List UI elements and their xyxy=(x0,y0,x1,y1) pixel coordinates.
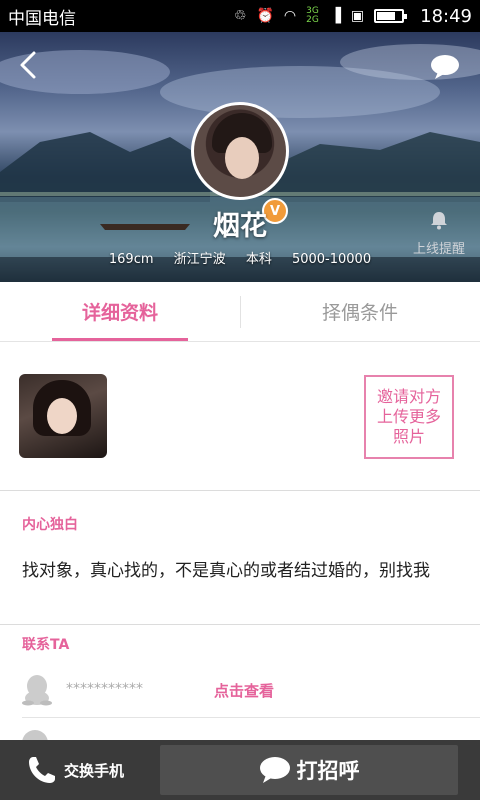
exchange-phone-label: 交换手机 xyxy=(64,761,125,780)
education-value: 本科 xyxy=(245,252,272,267)
tab-partner-criteria[interactable]: 择偶条件 xyxy=(240,282,480,341)
photo-thumbnail[interactable] xyxy=(19,374,107,458)
online-remind-button[interactable]: 上线提醒 xyxy=(410,210,468,257)
location-value: 浙江宁波 xyxy=(173,252,226,267)
height-value: 169cm xyxy=(108,252,154,267)
invite-upload-button[interactable]: 邀请对方上传更多照片 xyxy=(364,375,454,459)
status-icons: ♲ ⏰ ◠ 3G 2G ▐ ▣ 18:49 xyxy=(234,6,472,27)
vibrate-icon: ♲ xyxy=(233,8,247,24)
profile-tabs: 详细资料 择偶条件 xyxy=(0,282,480,342)
avatar[interactable] xyxy=(191,102,289,200)
wifi-icon: ◠ xyxy=(283,8,297,24)
profile-header: V 烟花 169cm 浙江宁波 本科 5000-10000 上线提醒 xyxy=(0,32,480,282)
sim-icon: ▣ xyxy=(350,8,365,24)
alarm-icon: ⏰ xyxy=(256,8,274,24)
phone-icon xyxy=(29,757,55,783)
greet-label: 打招呼 xyxy=(296,759,360,783)
clock: 18:49 xyxy=(420,5,472,27)
monologue-title: 内心独白 xyxy=(22,517,78,533)
speech-bubble-icon xyxy=(259,757,290,783)
bell-icon xyxy=(431,212,447,230)
network-label: 3G 2G xyxy=(306,6,319,25)
back-icon[interactable] xyxy=(16,50,42,80)
divider xyxy=(0,624,480,625)
qq-icon xyxy=(22,675,52,706)
exchange-phone-button[interactable]: 交换手机 xyxy=(0,740,160,800)
nickname: 烟花 xyxy=(213,211,267,242)
tab-divider xyxy=(240,296,241,328)
basic-info: 169cm 浙江宁波 本科 5000-10000 xyxy=(0,248,480,267)
carrier-label: 中国电信 xyxy=(8,8,76,29)
contact-row-qq: *********** 点击查看 xyxy=(22,670,480,718)
bottom-action-bar: 交换手机 打招呼 xyxy=(0,740,480,800)
view-contact-link[interactable]: 点击查看 xyxy=(214,680,274,701)
tab-details[interactable]: 详细资料 xyxy=(0,282,240,341)
monologue-text: 找对象，真心找的，不是真心的或者结过婚的，别找我 xyxy=(22,561,430,581)
photo-section: 邀请对方上传更多照片 xyxy=(0,343,480,491)
greet-button[interactable]: 打招呼 xyxy=(160,745,458,795)
profile-page: 中国电信 ♲ ⏰ ◠ 3G 2G ▐ ▣ 18:49 V 烟花 169cm 浙江… xyxy=(0,0,480,800)
signal-icon: ▐ xyxy=(330,8,341,24)
status-bar: 中国电信 ♲ ⏰ ◠ 3G 2G ▐ ▣ 18:49 xyxy=(0,0,480,32)
qq-masked-value: *********** xyxy=(66,681,143,697)
battery-icon xyxy=(374,9,408,23)
online-remind-label: 上线提醒 xyxy=(412,242,465,257)
chat-bubble-icon[interactable] xyxy=(430,54,460,80)
contact-title: 联系TA xyxy=(22,637,70,653)
income-value: 5000-10000 xyxy=(291,252,372,267)
